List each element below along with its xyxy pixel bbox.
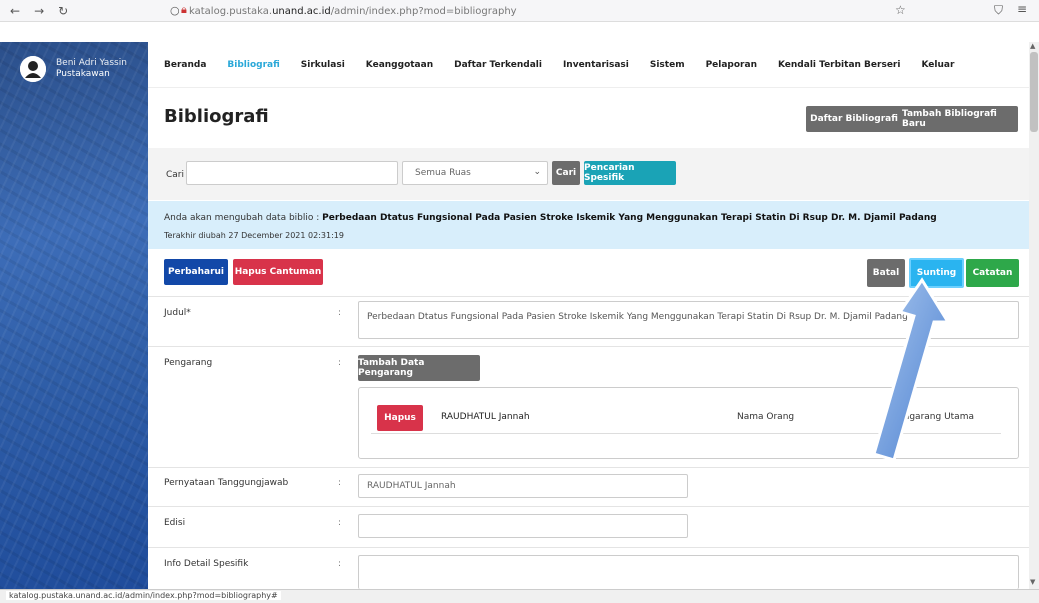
edition-label: Edisi: [164, 518, 186, 528]
chevron-down-icon: ⌄: [533, 167, 541, 177]
search-bar: Cari Semua Ruas ⌄ Cari Pencarian Spesifi…: [148, 148, 1029, 200]
divider: [148, 506, 1029, 507]
author-name: RAUDHATUL Jannah: [441, 412, 530, 422]
browser-toolbar: ← → ↻ ○ 🔒︎ katalog.pustaka.unand.ac.id/a…: [0, 0, 1039, 22]
top-navigation: Beranda Bibliografi Sirkulasi Keanggotaa…: [148, 42, 1029, 88]
user-role: Pustakawan: [56, 69, 110, 79]
responsibility-input[interactable]: RAUDHATUL Jannah: [358, 474, 688, 498]
notice-biblio-title: Perbedaan Dtatus Fungsional Pada Pasien …: [322, 213, 937, 223]
pocket-icon[interactable]: ⛉: [994, 3, 1003, 18]
user-profile[interactable]: Beni Adri Yassin Pustakawan: [20, 56, 127, 82]
cancel-button[interactable]: Batal: [867, 259, 905, 287]
add-bibliography-button[interactable]: Tambah Bibliografi Baru: [902, 106, 1018, 132]
author-table: Hapus RAUDHATUL Jannah Nama Orang Pengar…: [358, 387, 1019, 459]
delete-author-button[interactable]: Hapus: [377, 405, 423, 431]
spec-detail-label: Info Detail Spesifik: [164, 559, 249, 569]
divider: [148, 547, 1029, 548]
list-bibliography-button[interactable]: Daftar Bibliografi: [806, 106, 902, 132]
sidebar: Beni Adri Yassin Pustakawan: [0, 42, 148, 589]
scroll-up-icon[interactable]: ▲: [1030, 42, 1035, 50]
scrollbar-thumb[interactable]: [1030, 52, 1038, 132]
responsibility-label: Pernyataan Tanggungjawab: [164, 478, 289, 488]
back-icon[interactable]: ←: [10, 4, 20, 18]
shield-icon[interactable]: ○: [170, 4, 180, 17]
edition-input[interactable]: [358, 514, 688, 538]
edit-button[interactable]: Sunting: [909, 258, 964, 288]
sidebar-texture: [0, 42, 148, 589]
divider: [148, 296, 1029, 297]
author-role: Pengarang Utama: [893, 412, 974, 422]
reload-icon[interactable]: ↻: [58, 4, 68, 18]
update-button[interactable]: Perbaharui: [164, 259, 228, 285]
nav-keluar[interactable]: Keluar: [921, 60, 954, 70]
nav-daftar-terkendali[interactable]: Daftar Terkendali: [454, 60, 542, 70]
author-type: Nama Orang: [737, 412, 795, 422]
nav-sirkulasi[interactable]: Sirkulasi: [301, 60, 345, 70]
insecure-lock-icon[interactable]: 🔒︎: [181, 3, 187, 17]
avatar-icon: [20, 56, 46, 82]
search-label: Cari: [166, 170, 184, 180]
bookmark-star-icon[interactable]: ☆: [895, 3, 906, 17]
page-title: Bibliografi: [164, 106, 269, 127]
hamburger-menu-icon[interactable]: ≡: [1017, 2, 1027, 16]
url-text[interactable]: katalog.pustaka.unand.ac.id/admin/index.…: [189, 6, 517, 17]
search-field-value: Semua Ruas: [415, 168, 471, 178]
advanced-search-button[interactable]: Pencarian Spesifik: [584, 161, 676, 185]
status-bar: katalog.pustaka.unand.ac.id/admin/index.…: [0, 589, 1039, 603]
colon: :: [338, 518, 342, 528]
notes-button[interactable]: Catatan: [966, 259, 1019, 287]
user-name: Beni Adri Yassin: [56, 58, 127, 68]
spec-detail-textarea[interactable]: [358, 555, 1019, 589]
colon: :: [338, 358, 342, 368]
nav-bibliografi[interactable]: Bibliografi: [227, 60, 279, 70]
delete-record-button[interactable]: Hapus Cantuman: [233, 259, 323, 285]
nav-beranda[interactable]: Beranda: [164, 60, 206, 70]
nav-sistem[interactable]: Sistem: [650, 60, 685, 70]
nav-pelaporan[interactable]: Pelaporan: [706, 60, 757, 70]
colon: :: [338, 308, 342, 318]
author-label: Pengarang: [164, 358, 213, 368]
search-input[interactable]: [186, 161, 398, 185]
divider: [148, 346, 1029, 347]
colon: :: [338, 559, 342, 569]
divider: [148, 467, 1029, 468]
status-url: katalog.pustaka.unand.ac.id/admin/index.…: [6, 591, 281, 600]
nav-keanggotaan[interactable]: Keanggotaan: [366, 60, 433, 70]
address-bar[interactable]: ○ 🔒︎ katalog.pustaka.unand.ac.id/admin/i…: [159, 2, 1027, 20]
notice-line: Anda akan mengubah data biblio : Perbeda…: [164, 213, 937, 223]
last-modified: Terakhir diubah 27 December 2021 02:31:1…: [164, 231, 344, 240]
search-field-select[interactable]: Semua Ruas ⌄: [402, 161, 548, 185]
add-author-button[interactable]: Tambah Data Pengarang: [358, 355, 480, 381]
scroll-down-icon[interactable]: ▼: [1030, 578, 1035, 586]
page-scrollbar[interactable]: ▲ ▼: [1029, 42, 1039, 589]
title-label: Judul*: [164, 308, 191, 318]
divider: [371, 433, 1001, 434]
title-textarea[interactable]: Perbedaan Dtatus Fungsional Pada Pasien …: [358, 301, 1019, 339]
nav-kendali-terbitan-berseri[interactable]: Kendali Terbitan Berseri: [778, 60, 900, 70]
colon: :: [338, 478, 342, 488]
nav-inventarisasi[interactable]: Inventarisasi: [563, 60, 629, 70]
search-button[interactable]: Cari: [552, 161, 580, 185]
main-content: Bibliografi Daftar Bibliografi Tambah Bi…: [148, 88, 1029, 589]
edit-notice: Anda akan mengubah data biblio : Perbeda…: [148, 201, 1029, 249]
forward-icon[interactable]: →: [34, 4, 44, 18]
